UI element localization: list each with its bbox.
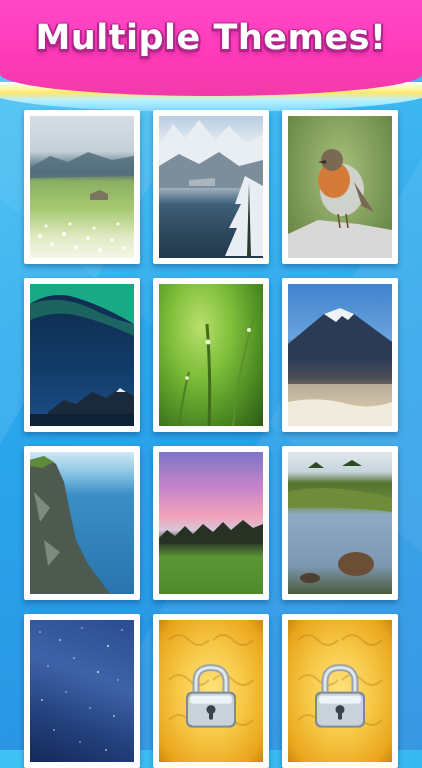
theme-thumbnail	[288, 284, 392, 426]
theme-card-mount-fuji[interactable]	[282, 278, 398, 432]
theme-thumbnail	[30, 284, 134, 426]
theme-card-meadow[interactable]	[24, 110, 140, 264]
theme-card-sunset-field[interactable]	[153, 446, 269, 600]
theme-card-pond[interactable]	[282, 446, 398, 600]
theme-thumbnail	[30, 452, 134, 594]
theme-card-snow-mountain[interactable]	[153, 110, 269, 264]
theme-thumbnail	[159, 620, 263, 762]
theme-thumbnail	[30, 620, 134, 762]
theme-card-sea-cliff[interactable]	[24, 446, 140, 600]
theme-thumbnail	[159, 284, 263, 426]
header-banner: Multiple Themes!	[0, 0, 422, 96]
theme-card-locked-2[interactable]	[282, 614, 398, 768]
theme-card-dew-grass[interactable]	[153, 278, 269, 432]
theme-thumbnail	[288, 116, 392, 258]
theme-card-aurora[interactable]	[24, 278, 140, 432]
theme-grid	[24, 110, 398, 768]
theme-thumbnail	[159, 116, 263, 258]
theme-thumbnail	[159, 452, 263, 594]
theme-thumbnail	[30, 116, 134, 258]
theme-thumbnail	[288, 452, 392, 594]
theme-card-robin[interactable]	[282, 110, 398, 264]
lock-icon	[315, 664, 365, 728]
theme-thumbnail	[288, 620, 392, 762]
theme-card-stars[interactable]	[24, 614, 140, 768]
lock-icon	[186, 664, 236, 728]
page-title: Multiple Themes!	[35, 18, 387, 58]
theme-card-locked-1[interactable]	[153, 614, 269, 768]
